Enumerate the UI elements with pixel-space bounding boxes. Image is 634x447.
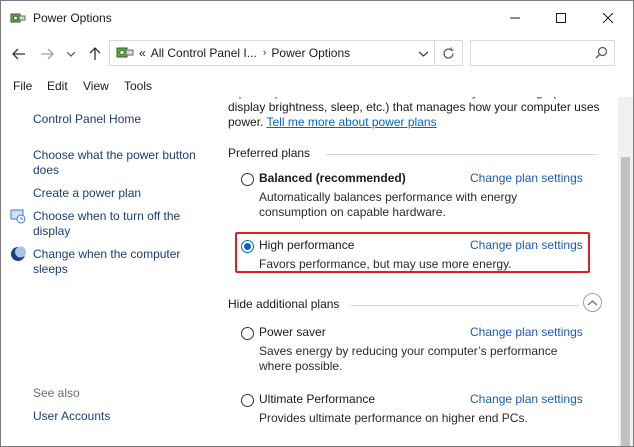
breadcrumb-separator-icon[interactable]: › — [263, 47, 267, 59]
sidebar-item-create-plan[interactable]: Create a power plan — [33, 186, 208, 201]
radio-ultimate-performance[interactable] — [241, 394, 254, 407]
power-options-icon — [10, 10, 26, 26]
change-plan-settings-link[interactable]: Change plan settings — [470, 392, 583, 406]
sleep-moon-icon — [10, 246, 26, 262]
plan-name[interactable]: Balanced (recommended) — [259, 171, 406, 185]
intro-text: A power plan is a collection of hardware… — [228, 97, 608, 130]
navigation-bar: « All Control Panel I... › Power Options — [1, 35, 633, 73]
plan-name[interactable]: Power saver — [259, 325, 326, 339]
back-button[interactable] — [9, 43, 29, 65]
forward-button[interactable] — [37, 43, 57, 65]
scroll-thumb[interactable] — [621, 157, 630, 446]
additional-divider — [351, 305, 579, 306]
sidebar-item-user-accounts[interactable]: User Accounts — [33, 409, 208, 424]
preferred-plans-heading: Preferred plans — [228, 146, 311, 160]
recent-locations-dropdown[interactable] — [61, 43, 81, 65]
menu-view[interactable]: View — [83, 79, 109, 93]
refresh-button[interactable] — [434, 41, 462, 65]
search-input[interactable] — [470, 40, 615, 66]
change-plan-settings-link[interactable]: Change plan settings — [470, 171, 583, 185]
radio-power-saver[interactable] — [241, 327, 254, 340]
plan-name[interactable]: Ultimate Performance — [259, 392, 375, 406]
menu-edit[interactable]: Edit — [47, 79, 68, 93]
plan-description: Saves energy by reducing your computer’s… — [259, 344, 558, 373]
menu-tools[interactable]: Tools — [124, 79, 152, 93]
menu-bar: File Edit View Tools — [1, 77, 633, 97]
plan-description: Provides ultimate performance on higher … — [259, 411, 528, 425]
address-bar[interactable]: « All Control Panel I... › Power Options — [109, 40, 463, 66]
minimize-button[interactable] — [492, 1, 538, 35]
sidebar-control-panel-home[interactable]: Control Panel Home — [33, 112, 208, 127]
power-options-window: Power Options « All Control Panel I... ›… — [0, 0, 634, 447]
sidebar-item-display-off[interactable]: Choose when to turn off the display — [33, 209, 208, 239]
address-dropdown-icon[interactable] — [418, 46, 429, 60]
hide-additional-plans-heading[interactable]: Hide additional plans — [228, 297, 339, 311]
up-button[interactable] — [85, 43, 105, 65]
plan-description: Automatically balances performance with … — [259, 190, 518, 219]
breadcrumb-overflow[interactable]: « — [139, 46, 146, 60]
change-plan-settings-link[interactable]: Change plan settings — [470, 325, 583, 339]
sidebar-item-power-button[interactable]: Choose what the power button does — [33, 148, 208, 178]
radio-balanced[interactable] — [241, 173, 254, 186]
display-timer-icon — [10, 208, 26, 224]
see-also-label: See also — [33, 386, 80, 400]
selected-plan-highlight — [235, 232, 590, 273]
close-button[interactable] — [585, 1, 631, 35]
sidebar-item-sleep[interactable]: Change when the computer sleeps — [33, 247, 208, 277]
breadcrumb-power-options[interactable]: Power Options — [271, 46, 350, 60]
preferred-divider — [326, 154, 598, 155]
vertical-scrollbar[interactable] — [618, 97, 633, 446]
sidebar: Control Panel Home Choose what the power… — [1, 97, 215, 446]
maximize-button[interactable] — [538, 1, 584, 35]
collapse-chevron-icon[interactable] — [583, 293, 602, 312]
control-panel-icon — [116, 45, 134, 61]
breadcrumb-all-control-panel[interactable]: All Control Panel I... — [151, 46, 257, 60]
title-bar[interactable]: Power Options — [1, 1, 633, 35]
window-title: Power Options — [33, 11, 112, 25]
intro-help-link[interactable]: Tell me more about power plans — [266, 115, 436, 129]
menu-file[interactable]: File — [13, 79, 32, 93]
search-icon[interactable] — [595, 46, 608, 62]
